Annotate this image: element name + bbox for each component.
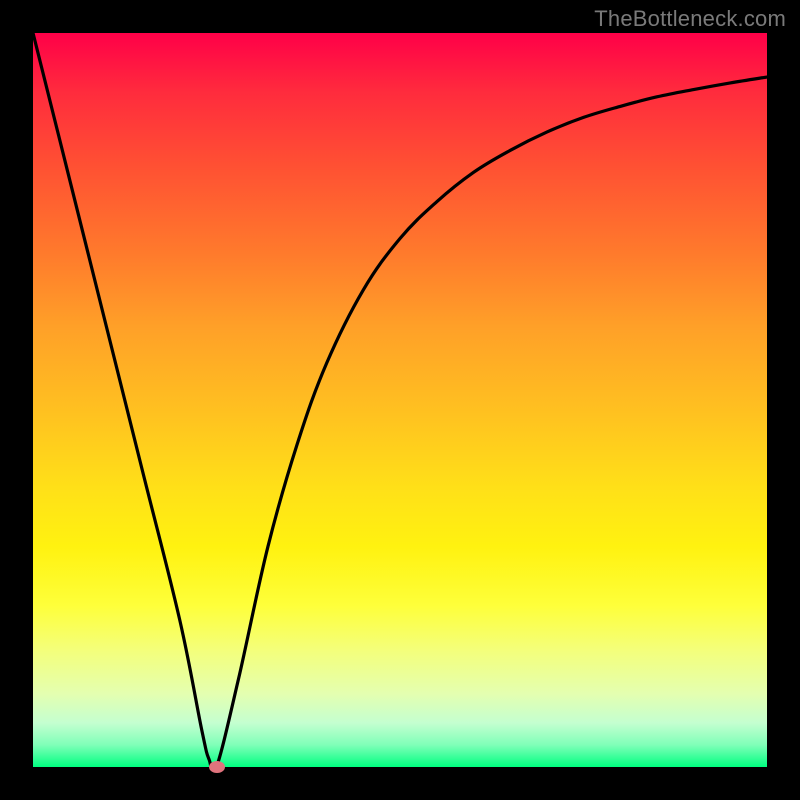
bottleneck-curve-path (33, 33, 767, 773)
minimum-marker (209, 761, 225, 773)
chart-stage: TheBottleneck.com (0, 0, 800, 800)
plot-area (33, 33, 767, 767)
curve-svg (33, 33, 767, 767)
watermark-text: TheBottleneck.com (594, 6, 786, 32)
